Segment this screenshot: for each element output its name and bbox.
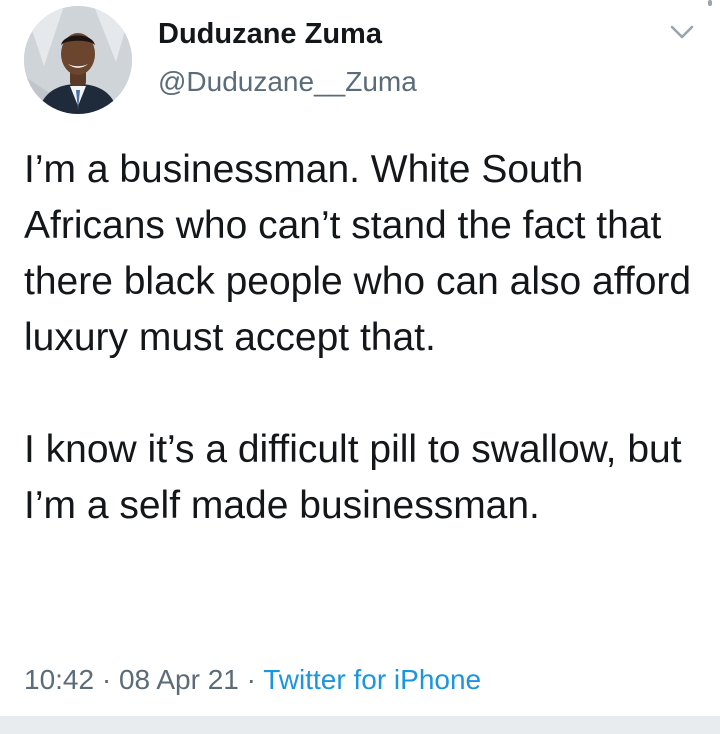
avatar[interactable] (24, 6, 132, 114)
tweet-card: Duduzane Zuma @Duduzane__Zuma I’m a busi… (0, 0, 720, 716)
tweet-time[interactable]: 10:42 (24, 664, 94, 695)
tweet-text: I’m a businessman. White South Africans … (24, 142, 694, 534)
user-handle[interactable]: @Duduzane__Zuma (158, 66, 417, 98)
display-name[interactable]: Duduzane Zuma (158, 18, 382, 51)
profile-photo-icon (24, 6, 132, 114)
tweet-source-link[interactable]: Twitter for iPhone (263, 664, 481, 695)
meta-separator: · (101, 664, 112, 695)
chevron-down-icon[interactable] (668, 18, 696, 46)
scroll-indicator (708, 0, 712, 6)
divider (0, 716, 720, 734)
tweet-date[interactable]: 08 Apr 21 (119, 664, 239, 695)
tweet-paragraph: I’m a businessman. White South Africans … (24, 148, 692, 359)
meta-separator: · (246, 664, 256, 695)
tweet-meta: 10:42 · 08 Apr 21 · Twitter for iPhone (24, 664, 481, 696)
tweet-paragraph: I know it’s a difficult pill to swallow,… (24, 428, 682, 527)
